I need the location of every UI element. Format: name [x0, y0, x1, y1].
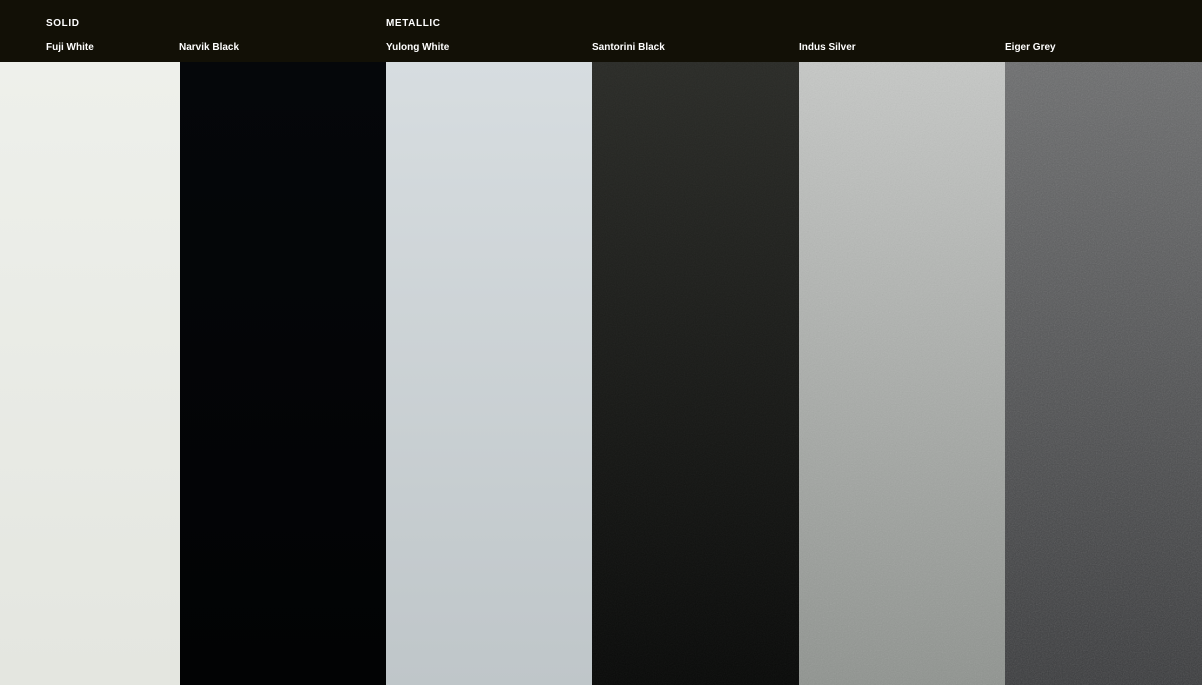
fuji-white-swatch[interactable]: [0, 62, 180, 685]
yulong-white-label: Yulong White: [386, 42, 450, 53]
santorini-black-label: Santorini Black: [592, 42, 665, 53]
header-bar: SOLID METALLIC Fuji White Narvik Black Y…: [0, 0, 1202, 62]
indus-silver-label: Indus Silver: [799, 42, 856, 53]
narvik-black-label: Narvik Black: [179, 42, 240, 53]
fuji-white-label: Fuji White: [46, 42, 94, 53]
paint-colour-page: SOLID METALLIC Fuji White Narvik Black Y…: [0, 0, 1202, 685]
santorini-black-swatch[interactable]: [592, 62, 799, 685]
metallic-flake-texture: [799, 62, 1005, 685]
metallic-flake-texture: [1005, 62, 1202, 685]
metallic-flake-texture: [592, 62, 799, 685]
eiger-grey-label: Eiger Grey: [1005, 42, 1056, 53]
eiger-grey-swatch[interactable]: [1005, 62, 1202, 685]
narvik-black-swatch[interactable]: [180, 62, 386, 685]
yulong-white-swatch[interactable]: [386, 62, 592, 685]
indus-silver-swatch[interactable]: [799, 62, 1005, 685]
metallic-group-label: METALLIC: [386, 18, 441, 29]
solid-group-label: SOLID: [46, 18, 80, 29]
